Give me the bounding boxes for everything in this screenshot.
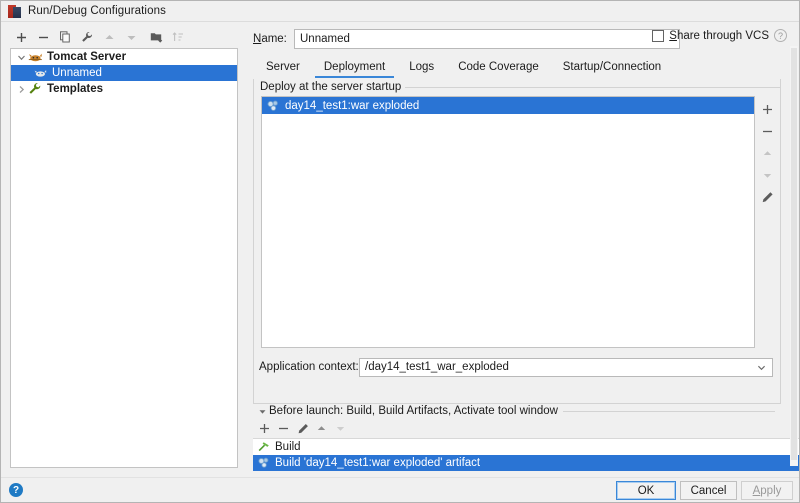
remove-task-button[interactable]	[274, 419, 293, 438]
list-item-label: Build	[275, 441, 301, 453]
move-artifact-up-button[interactable]	[756, 142, 778, 164]
task-move-up-button[interactable]	[312, 419, 331, 438]
chevron-down-icon[interactable]	[15, 51, 28, 64]
deploy-group-title: Deploy at the server startup	[254, 81, 405, 93]
list-item[interactable]: Build	[253, 439, 799, 455]
copy-configuration-button[interactable]	[54, 27, 76, 47]
tree-node-templates[interactable]: Templates	[11, 81, 237, 97]
build-hammer-icon	[257, 440, 272, 454]
configurations-tree-pane: Tomcat Server Unnamed	[1, 22, 245, 477]
scrollbar-thumb[interactable]	[791, 48, 797, 460]
move-into-folder-icon[interactable]	[145, 27, 167, 47]
sort-configurations-icon[interactable]	[167, 27, 189, 47]
tree-node-unnamed[interactable]: Unnamed	[11, 65, 237, 81]
name-label: Name:	[253, 33, 294, 45]
run-debug-configurations-dialog: Run/Debug Configurations	[0, 0, 800, 503]
dialog-footer: ? OK Cancel Apply	[1, 477, 799, 502]
deployment-artifacts-list[interactable]: day14_test1:war exploded	[261, 96, 755, 348]
apply-button[interactable]: Apply	[741, 481, 793, 500]
tree-node-label: Unnamed	[52, 67, 102, 79]
configurations-tree[interactable]: Tomcat Server Unnamed	[10, 48, 238, 468]
before-launch-title: Before launch: Build, Build Artifacts, A…	[269, 405, 563, 417]
tree-node-tomcat-server[interactable]: Tomcat Server	[11, 49, 237, 65]
wrench-icon	[28, 82, 44, 96]
application-context-row: Application context: /day14_test1_war_ex…	[259, 357, 775, 377]
add-configuration-button[interactable]	[10, 27, 32, 47]
application-context-value: /day14_test1_war_exploded	[365, 361, 509, 373]
name-row: Name:	[253, 28, 683, 49]
list-item-label: day14_test1:war exploded	[285, 100, 419, 112]
move-down-button[interactable]	[120, 27, 142, 47]
add-artifact-button[interactable]	[756, 98, 778, 120]
editor-pane-scrollbar[interactable]	[790, 46, 798, 466]
deployment-side-toolbar	[756, 98, 778, 208]
edit-templates-wrench-icon[interactable]	[76, 27, 98, 47]
remove-configuration-button[interactable]	[32, 27, 54, 47]
collapse-triangle-icon[interactable]	[255, 407, 269, 416]
dialog-title: Run/Debug Configurations	[28, 5, 166, 17]
tomcat-icon	[28, 50, 44, 64]
list-item-label: Build 'day14_test1:war exploded' artifac…	[275, 457, 480, 469]
task-move-down-button[interactable]	[331, 419, 350, 438]
cancel-button[interactable]: Cancel	[680, 481, 737, 500]
question-mark-icon[interactable]: ?	[774, 29, 787, 42]
tree-toolbar	[1, 26, 245, 48]
configuration-tabs: Server Deployment Logs Code Coverage Sta…	[254, 54, 789, 78]
move-artifact-down-button[interactable]	[756, 164, 778, 186]
deploy-group-legend: Deploy at the server startup	[253, 80, 781, 94]
add-task-button[interactable]	[255, 419, 274, 438]
tab-deployment[interactable]: Deployment	[312, 55, 397, 78]
tomcat-config-icon	[33, 66, 49, 80]
artifact-icon	[257, 456, 272, 470]
name-input[interactable]	[294, 29, 680, 49]
share-through-vcs-label: Share through VCS	[669, 30, 769, 42]
help-circle-icon[interactable]: ?	[9, 483, 23, 497]
tab-code-coverage[interactable]: Code Coverage	[446, 55, 551, 78]
before-launch-toolbar	[255, 419, 435, 438]
share-through-vcs-checkbox[interactable]	[652, 30, 664, 42]
chevron-right-icon[interactable]	[15, 83, 28, 96]
ok-button[interactable]: OK	[616, 481, 676, 500]
move-up-button[interactable]	[98, 27, 120, 47]
dialog-titlebar: Run/Debug Configurations	[1, 1, 799, 22]
application-context-label: Application context:	[259, 361, 359, 373]
idea-app-icon	[8, 5, 21, 18]
before-launch-header[interactable]: Before launch: Build, Build Artifacts, A…	[255, 404, 775, 418]
edit-artifact-pencil-icon[interactable]	[756, 186, 778, 208]
tree-node-label: Tomcat Server	[47, 51, 126, 63]
application-context-combobox[interactable]: /day14_test1_war_exploded	[359, 358, 773, 377]
share-through-vcs-row[interactable]: Share through VCS ?	[652, 29, 787, 42]
tab-logs[interactable]: Logs	[397, 55, 446, 78]
tab-startup-connection[interactable]: Startup/Connection	[551, 55, 673, 78]
artifact-icon	[266, 99, 282, 113]
chevron-down-icon[interactable]	[757, 359, 766, 376]
list-item[interactable]: day14_test1:war exploded	[262, 97, 754, 114]
remove-artifact-button[interactable]	[756, 120, 778, 142]
list-item[interactable]: Build 'day14_test1:war exploded' artifac…	[253, 455, 799, 471]
tab-server[interactable]: Server	[254, 55, 312, 78]
before-launch-divider	[563, 411, 775, 412]
edit-task-pencil-icon[interactable]	[293, 419, 312, 438]
tree-node-label: Templates	[47, 83, 103, 95]
before-launch-task-list[interactable]: Build Build 'day14_test1:war exploded' a…	[253, 438, 799, 470]
